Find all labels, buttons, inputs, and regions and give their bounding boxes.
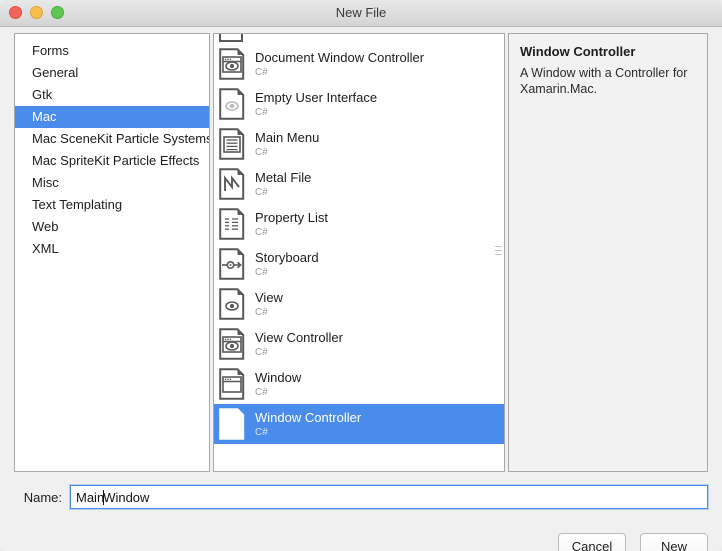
title-bar: New File [0,0,722,27]
template-item-name: Empty User Interface [255,89,378,105]
template-item-language: C# [255,266,268,278]
category-item[interactable]: Text Templating [15,194,209,216]
template-item-text: Window C# [255,371,301,398]
cancel-button[interactable]: Cancel [558,533,626,551]
window-eye-doc-icon [219,48,246,80]
template-item[interactable]: Empty User Interface C# [214,84,504,124]
template-item-language: C# [255,146,268,158]
template-item[interactable]: Metal File C# [214,164,504,204]
template-item-text: Property List C# [255,211,328,238]
template-item-text: Empty User Interface C# [255,91,377,118]
template-item-language: C# [255,386,268,398]
scrollbar-grip[interactable] [495,246,502,262]
template-scroll-area[interactable]: Document Window Controller C# Empty User I… [214,34,504,471]
template-item[interactable]: Window Controller C# [214,404,504,444]
plist-doc-icon [219,208,246,240]
category-item[interactable]: XML [15,238,209,260]
storyboard-arrow-doc-icon [219,248,246,280]
category-item[interactable]: General [15,62,209,84]
template-item[interactable]: Window C# [214,364,504,404]
category-item[interactable]: Mac SceneKit Particle Systems [15,128,209,150]
template-item[interactable]: View Controller C# [214,324,504,364]
template-item-language: C# [255,226,268,238]
panels-container: Forms General Gtk Mac Mac SceneKit Particle … [14,33,708,472]
window-doc-icon [219,368,246,400]
template-item[interactable]: Main Menu C# [214,124,504,164]
template-item-name: Main Menu [255,129,320,145]
template-item-name: Document Window Controller [255,49,425,65]
window-eye-doc-icon [219,328,246,360]
category-list-panel[interactable]: Forms General Gtk Mac Mac SceneKit Particle … [14,33,210,472]
template-item-text: Window Controller C# [255,411,361,438]
template-item-language: C# [255,346,268,358]
name-input[interactable]: Main Window [70,485,708,509]
category-list: Forms General Gtk Mac Mac SceneKit Particle … [15,34,209,260]
template-item[interactable]: Storyboard C# [214,244,504,284]
template-item-name: View [255,289,283,305]
template-item-name: Storyboard [255,249,319,265]
template-item-name: Metal File [255,169,312,185]
name-input-value-before: Main [76,489,105,505]
name-input-value-after: Window [103,489,150,505]
metal-m-doc-icon [219,168,246,200]
template-item-text: View Controller C# [255,331,343,358]
category-item[interactable]: Mac [15,106,209,128]
dialog-buttons: Cancel New [558,533,708,551]
template-item[interactable]: Document Window Controller C# [214,44,504,84]
name-row: Name: Main Window [14,484,708,510]
template-item[interactable]: View C# [214,284,504,324]
description-title: Window Controller [520,44,636,59]
template-item-name: Window Controller [255,409,362,425]
template-item-text: Metal File C# [255,171,311,198]
description-text: A Window with a Controller for Xamarin.M… [520,66,688,96]
template-item-language: C# [255,306,268,318]
template-item-language: C# [255,66,268,78]
template-item-language: C# [255,186,268,198]
template-item[interactable]: Property List C# [214,204,504,244]
window-title: New File [335,5,387,20]
category-item[interactable]: Forms [15,40,209,62]
eye-faded-doc-icon [219,88,246,120]
menu-lines-doc-icon [219,128,246,160]
partial-document-icon [219,34,243,42]
template-item-language: C# [255,426,268,438]
template-item-name: View Controller [255,329,343,345]
name-label: Name: [23,489,62,505]
category-item[interactable]: Gtk [15,84,209,106]
template-item-text: View C# [255,291,283,318]
dialog-body: Forms General Gtk Mac Mac SceneKit Particle … [0,27,722,551]
new-file-dialog: New File Forms General Gtk Mac Mac SceneKit … [0,0,722,551]
template-partial-row-above[interactable] [214,34,504,44]
template-item-text: Main Menu C# [255,131,319,158]
eye-doc-icon [219,288,246,320]
template-item-language: C# [255,106,268,118]
description-panel: Window Controller A Window with a Contro… [508,33,708,472]
template-item-name: Property List [255,209,328,225]
template-item-text: Document Window Controller C# [255,51,424,78]
window-eye-doc-icon [219,408,246,440]
new-button[interactable]: New [640,533,708,551]
category-item[interactable]: Mac SpriteKit Particle Effects [15,150,209,172]
template-item-name: Window [255,369,302,385]
template-list: Document Window Controller C# Empty User I… [214,44,504,444]
category-item[interactable]: Misc [15,172,209,194]
template-item-text: Storyboard C# [255,251,319,278]
category-item[interactable]: Web [15,216,209,238]
template-list-panel[interactable]: Document Window Controller C# Empty User I… [213,33,505,472]
